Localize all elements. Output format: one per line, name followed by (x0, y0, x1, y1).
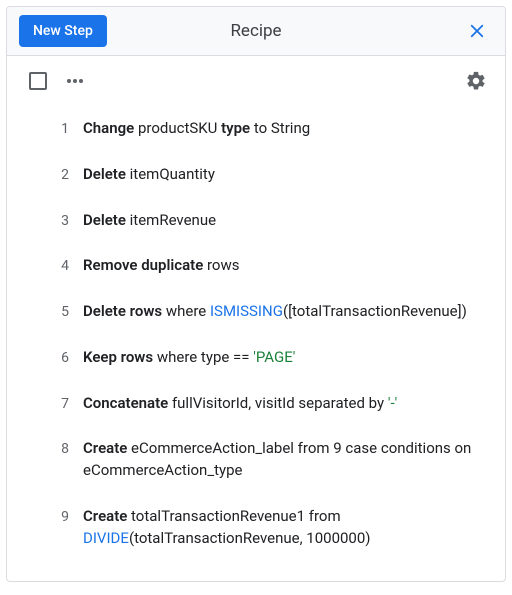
step-number: 2 (25, 164, 69, 185)
step-description: Concatenate fullVisitorId, visitId separ… (83, 393, 487, 415)
step-description: Remove duplicate rows (83, 255, 487, 277)
dot-icon (67, 79, 71, 83)
step-number: 8 (25, 438, 69, 459)
dot-icon (73, 79, 77, 83)
step-number: 6 (25, 347, 69, 368)
settings-button[interactable] (465, 70, 487, 92)
recipe-step[interactable]: 8 Create eCommerceAction_label from 9 cas… (25, 426, 487, 494)
recipe-step[interactable]: 2 Delete itemQuantity (25, 152, 487, 198)
recipe-step[interactable]: 6 Keep rows where type == 'PAGE' (25, 335, 487, 381)
panel-header: New Step Recipe (7, 7, 505, 56)
gear-icon (465, 70, 487, 92)
close-button[interactable] (461, 15, 493, 47)
recipe-step[interactable]: 5 Delete rows where ISMISSING([totalTrans… (25, 289, 487, 335)
new-step-button[interactable]: New Step (19, 15, 107, 47)
recipe-step[interactable]: 4 Remove duplicate rows (25, 243, 487, 289)
step-number: 7 (25, 393, 69, 414)
close-icon (468, 22, 486, 40)
recipe-steps-list: 1 Change productSKU type to String 2 Delete… (7, 100, 505, 581)
recipe-panel: New Step Recipe 1 Change productSKU type … (6, 6, 506, 582)
recipe-toolbar (7, 56, 505, 100)
select-all-checkbox[interactable] (29, 72, 47, 90)
step-description: Keep rows where type == 'PAGE' (83, 347, 487, 369)
step-description: Create totalTransactionRevenue1 from DIV… (83, 506, 487, 550)
step-description: Delete itemQuantity (83, 164, 487, 186)
recipe-step[interactable]: 3 Delete itemRevenue (25, 198, 487, 244)
step-description: Delete itemRevenue (83, 210, 487, 232)
step-number: 1 (25, 118, 69, 139)
recipe-step[interactable]: 9 Create totalTransactionRevenue1 from DI… (25, 494, 487, 562)
step-number: 4 (25, 255, 69, 276)
step-description: Change productSKU type to String (83, 118, 487, 140)
dot-icon (79, 79, 83, 83)
step-number: 3 (25, 210, 69, 231)
step-description: Delete rows where ISMISSING([totalTransa… (83, 301, 487, 323)
step-number: 9 (25, 506, 69, 527)
more-actions-button[interactable] (63, 75, 87, 87)
recipe-step[interactable]: 1 Change productSKU type to String (25, 106, 487, 152)
step-number: 5 (25, 301, 69, 322)
recipe-step[interactable]: 7 Concatenate fullVisitorId, visitId sepa… (25, 381, 487, 427)
step-description: Create eCommerceAction_label from 9 case… (83, 438, 487, 482)
